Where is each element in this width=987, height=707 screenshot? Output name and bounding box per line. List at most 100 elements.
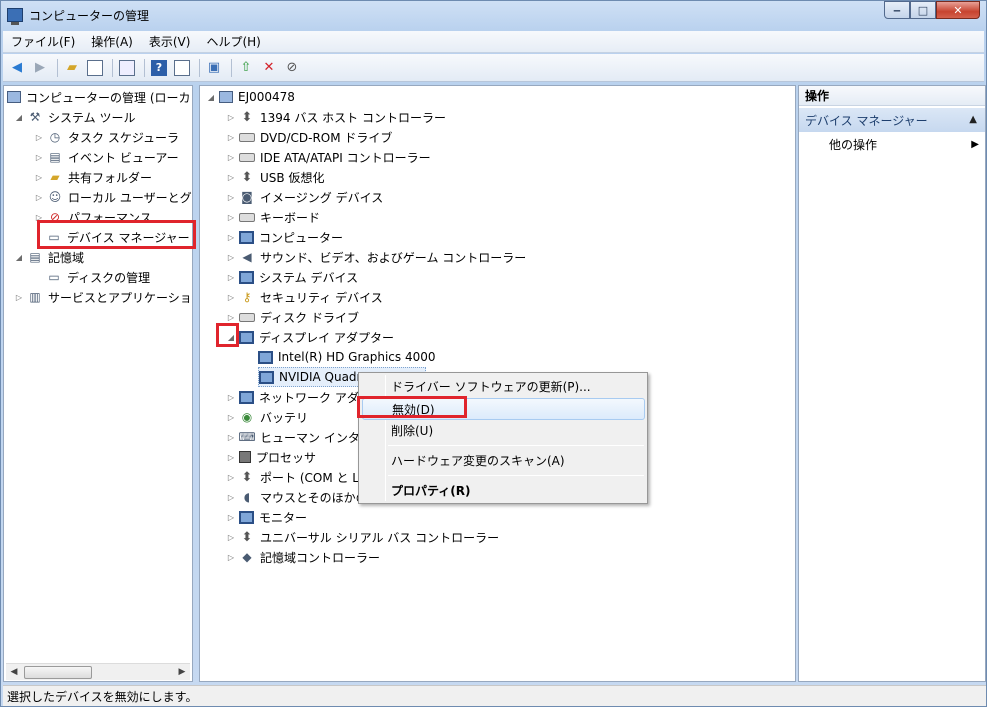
tree-item-event-viewer[interactable]: ▷ ▤ イベント ビューアー (34, 147, 179, 167)
scroll-left-icon[interactable]: ◀ (6, 667, 22, 677)
device-category-usb[interactable]: ▷ ⬍ ユニバーサル シリアル バス コントローラー (226, 527, 499, 547)
speaker-icon: ◀ (242, 250, 252, 264)
collapse-up-icon[interactable]: ▲ (969, 114, 977, 125)
expand-arrow-icon[interactable]: ▷ (226, 212, 236, 222)
tree-item-computer-name[interactable]: ◢ EJ000478 (206, 87, 295, 107)
menu-help[interactable]: ヘルプ(H) (198, 33, 268, 50)
expand-arrow-icon[interactable]: ▷ (226, 392, 236, 402)
display-adapter-icon (239, 330, 254, 344)
collapse-arrow-icon[interactable]: ◢ (206, 92, 216, 102)
menu-bar: ファイル(F) 操作(A) 表示(V) ヘルプ(H) (3, 31, 984, 53)
scrollbar-thumb[interactable] (24, 665, 92, 679)
hid-icon: ⌨ (238, 430, 256, 444)
menu-file[interactable]: ファイル(F) (3, 33, 83, 50)
expand-arrow-icon[interactable]: ▷ (226, 272, 236, 282)
expand-arrow-icon[interactable]: ▷ (226, 172, 236, 182)
help-icon[interactable]: ? (149, 58, 169, 78)
toolbar-separator (57, 58, 58, 77)
menu-view[interactable]: 表示(V) (141, 33, 199, 50)
tree-item-services-apps[interactable]: ▷ ▥ サービスとアプリケーショ (14, 287, 192, 307)
expand-arrow-icon[interactable]: ▷ (34, 192, 44, 202)
device-category-label: 1394 バス ホスト コントローラー (260, 110, 446, 125)
menu-uninstall[interactable]: 削除(U) (359, 419, 647, 441)
device-category-system[interactable]: ▷ システム デバイス (226, 267, 358, 287)
monitor-icon (239, 510, 254, 524)
tree-item-task-scheduler[interactable]: ▷ ◷ タスク スケジューラ (34, 127, 179, 147)
update-driver-icon[interactable]: ⇧ (236, 58, 256, 78)
scroll-right-icon[interactable]: ▶ (174, 667, 190, 677)
expand-arrow-icon[interactable]: ▷ (226, 252, 236, 262)
expand-arrow-icon[interactable]: ▷ (226, 192, 236, 202)
close-button[interactable]: ✕ (936, 1, 980, 19)
menu-properties[interactable]: プロパティ(R) (359, 479, 647, 501)
expand-arrow-icon[interactable]: ▷ (226, 132, 236, 142)
forward-arrow-icon[interactable]: ▶ (30, 58, 50, 78)
expand-arrow-icon[interactable]: ▷ (226, 452, 236, 462)
maximize-button[interactable]: □ (910, 1, 936, 19)
menu-action[interactable]: 操作(A) (83, 33, 141, 50)
menu-update-driver[interactable]: ドライバー ソフトウェアの更新(P)... (359, 375, 647, 397)
expand-arrow-icon[interactable]: ▷ (34, 152, 44, 162)
device-category-label: IDE ATA/ATAPI コントローラー (260, 150, 431, 165)
system-device-icon (239, 270, 254, 284)
menu-scan-hardware[interactable]: ハードウェア変更のスキャン(A) (359, 449, 647, 471)
device-category-ide[interactable]: ▷ IDE ATA/ATAPI コントローラー (226, 147, 431, 167)
device-category-security[interactable]: ▷ ⚷ セキュリティ デバイス (226, 287, 383, 307)
tree-item-system-tools[interactable]: ◢ ⚒ システム ツール (14, 107, 136, 127)
show-action-pane-icon[interactable] (172, 58, 192, 78)
horizontal-scrollbar[interactable]: ◀ ▶ (6, 663, 190, 680)
expand-arrow-icon[interactable]: ▷ (226, 552, 236, 562)
display-adapter-icon (258, 350, 273, 364)
device-category-dvd[interactable]: ▷ DVD/CD-ROM ドライブ (226, 127, 393, 147)
scan-hardware-icon[interactable]: ▣ (204, 58, 224, 78)
disable-device-icon[interactable]: ⊘ (282, 58, 302, 78)
tree-item-root[interactable]: コンピューターの管理 (ローカ (7, 87, 191, 107)
expand-arrow-icon[interactable]: ▷ (226, 432, 236, 442)
device-category-sound[interactable]: ▷ ◀ サウンド、ビデオ、およびゲーム コントローラー (226, 247, 526, 267)
expand-arrow-icon[interactable]: ▷ (226, 112, 236, 122)
expand-arrow-icon[interactable]: ▷ (226, 232, 236, 242)
device-category-processor[interactable]: ▷ プロセッサ (226, 447, 316, 467)
device-category-monitor[interactable]: ▷ モニター (226, 507, 307, 527)
expand-arrow-icon[interactable]: ▷ (226, 412, 236, 422)
expand-arrow-icon[interactable]: ▷ (14, 292, 24, 302)
expand-arrow-icon[interactable]: ▷ (34, 132, 44, 142)
tree-item-disk-management[interactable]: ▭ ディスクの管理 (46, 267, 150, 287)
expand-arrow-icon[interactable]: ▷ (226, 472, 236, 482)
device-category-storage-controller[interactable]: ▷ ◆ 記憶域コントローラー (226, 547, 380, 567)
uninstall-device-icon[interactable]: ✕ (259, 58, 279, 78)
device-category-disk[interactable]: ▷ ディスク ドライブ (226, 307, 359, 327)
device-item-intel-graphics[interactable]: Intel(R) HD Graphics 4000 (258, 347, 436, 367)
device-category-1394[interactable]: ▷ ⬍ 1394 バス ホスト コントローラー (226, 107, 446, 127)
show-hide-console-tree-icon[interactable] (85, 58, 105, 78)
device-category-keyboard[interactable]: ▷ キーボード (226, 207, 320, 227)
expand-arrow-icon[interactable]: ▷ (34, 172, 44, 182)
collapse-arrow-icon[interactable]: ◢ (14, 112, 24, 122)
expand-arrow-icon[interactable]: ▷ (226, 512, 236, 522)
collapse-arrow-icon[interactable]: ◢ (14, 252, 24, 262)
expand-arrow-icon[interactable]: ▷ (226, 152, 236, 162)
device-category-battery[interactable]: ▷ ◉ バッテリ (226, 407, 308, 427)
expand-arrow-icon[interactable]: ▷ (226, 312, 236, 322)
tree-item-shared-folders[interactable]: ▷ ▰ 共有フォルダー (34, 167, 152, 187)
up-folder-icon[interactable]: ▰ (62, 58, 82, 78)
properties-icon[interactable] (117, 58, 137, 78)
device-category-computer[interactable]: ▷ コンピューター (226, 227, 343, 247)
actions-section-device-manager[interactable]: デバイス マネージャー ▲ (799, 108, 985, 132)
back-arrow-icon[interactable]: ◀ (7, 58, 27, 78)
tree-item-local-users[interactable]: ▷ ☺ ローカル ユーザーとグ (34, 187, 192, 207)
expand-arrow-icon[interactable]: ▷ (226, 492, 236, 502)
tree-item-storage[interactable]: ◢ ▤ 記憶域 (14, 247, 84, 267)
device-category-display[interactable]: ◢ ディスプレイ アダプター (226, 327, 394, 347)
device-category-imaging[interactable]: ▷ ◙ イメージング デバイス (226, 187, 383, 207)
menu-separator (388, 475, 644, 476)
expand-arrow-icon[interactable]: ▷ (226, 292, 236, 302)
minimize-button[interactable]: ‒ (884, 1, 910, 19)
display-adapter-icon (259, 370, 274, 384)
camera-icon: ◙ (241, 190, 253, 204)
actions-other[interactable]: 他の操作 ▶ (829, 134, 979, 154)
device-category-ports[interactable]: ▷ ⬍ ポート (COM と LPT) (226, 467, 378, 487)
device-category-usb-virtual[interactable]: ▷ ⬍ USB 仮想化 (226, 167, 325, 187)
expand-arrow-icon[interactable]: ▷ (226, 532, 236, 542)
tree-item-label: コンピューターの管理 (ローカ (26, 90, 191, 105)
